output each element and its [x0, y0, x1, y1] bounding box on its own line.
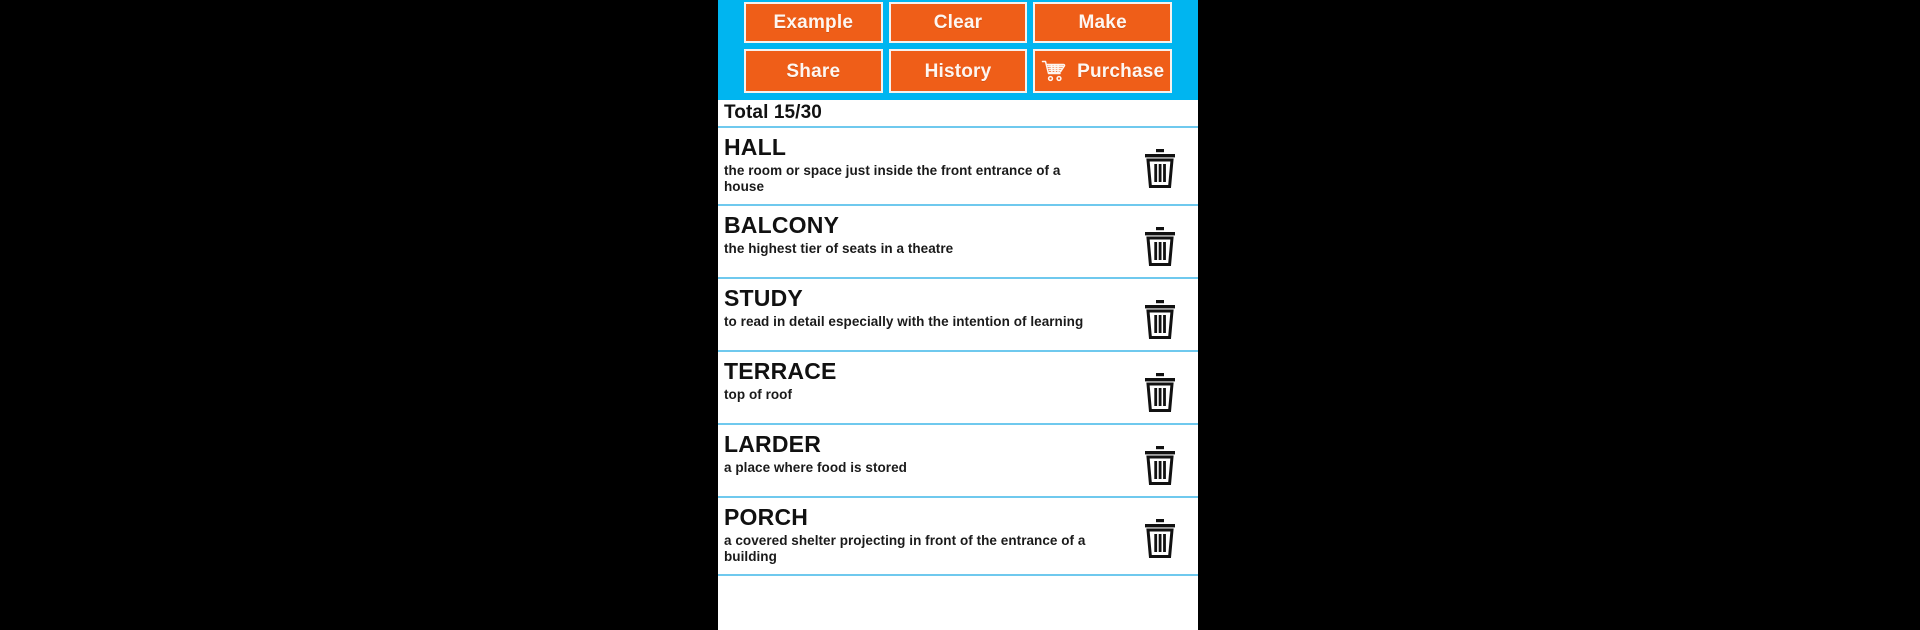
delete-button[interactable]	[1140, 147, 1180, 189]
list-item[interactable]: HALL the room or space just inside the f…	[718, 128, 1198, 207]
trash-icon	[1143, 299, 1177, 340]
delete-button[interactable]	[1140, 371, 1180, 413]
toolbar-row-1: Example Clear Make	[718, 2, 1198, 43]
shopping-cart-icon	[1041, 59, 1067, 83]
clear-button-label: Clear	[933, 12, 983, 33]
make-button[interactable]: Make	[1033, 2, 1173, 43]
example-button[interactable]: Example	[744, 2, 883, 43]
trash-icon	[1143, 518, 1177, 559]
word-definition: top of roof	[724, 387, 793, 403]
history-button-label: History	[924, 60, 992, 82]
example-button-label: Example	[773, 12, 854, 33]
clear-button[interactable]: Clear	[888, 2, 1028, 43]
make-button-label: Make	[1078, 12, 1127, 33]
word-texts: TERRACE top of roof	[724, 359, 837, 403]
word-term: BALCONY	[724, 212, 840, 239]
history-button[interactable]: History	[888, 49, 1028, 93]
word-texts: HALL the room or space just inside the f…	[724, 135, 1094, 194]
share-button-label: Share	[786, 60, 841, 82]
trash-icon	[1143, 372, 1177, 413]
phone-screen: Example Clear Make Share History Purchas…	[718, 0, 1198, 630]
word-term: PORCH	[724, 504, 809, 531]
delete-button[interactable]	[1140, 298, 1180, 340]
toolbar: Example Clear Make Share History Purchas…	[718, 0, 1198, 100]
word-term: TERRACE	[724, 358, 837, 385]
delete-button[interactable]	[1140, 225, 1180, 267]
word-list: HALL the room or space just inside the f…	[718, 128, 1198, 577]
list-item[interactable]: TERRACE top of roof	[718, 352, 1198, 426]
purchase-button[interactable]: Purchase	[1033, 49, 1173, 93]
share-button[interactable]: Share	[744, 49, 883, 93]
word-definition: a place where food is stored	[724, 460, 907, 476]
word-term: STUDY	[724, 285, 803, 312]
purchase-button-label: Purchase	[1077, 60, 1165, 82]
word-definition: a covered shelter projecting in front of…	[724, 533, 1086, 564]
word-definition: the highest tier of seats in a theatre	[724, 241, 954, 257]
trash-icon	[1143, 226, 1177, 267]
delete-button[interactable]	[1140, 444, 1180, 486]
word-texts: PORCH a covered shelter projecting in fr…	[724, 505, 1094, 564]
word-definition: to read in detail especially with the in…	[724, 314, 1084, 330]
total-bar: Total 15/30	[718, 100, 1198, 128]
word-term: HALL	[724, 134, 787, 160]
app-frame: Example Clear Make Share History Purchas…	[0, 0, 1920, 630]
word-texts: BALCONY the highest tier of seats in a t…	[724, 213, 953, 257]
word-texts: STUDY to read in detail especially with …	[724, 286, 1083, 330]
trash-icon	[1143, 148, 1177, 188]
trash-icon	[1143, 445, 1177, 486]
list-item[interactable]: PORCH a covered shelter projecting in fr…	[718, 498, 1198, 577]
word-term: LARDER	[724, 431, 822, 458]
delete-button[interactable]	[1140, 517, 1180, 559]
total-label: Total 15/30	[724, 102, 822, 123]
list-item[interactable]: STUDY to read in detail especially with …	[718, 279, 1198, 353]
word-definition: the room or space just inside the front …	[724, 163, 1061, 194]
list-item[interactable]: LARDER a place where food is stored	[718, 425, 1198, 499]
word-texts: LARDER a place where food is stored	[724, 432, 907, 476]
list-item[interactable]: BALCONY the highest tier of seats in a t…	[718, 206, 1198, 280]
toolbar-row-2: Share History Purchase	[718, 49, 1198, 93]
